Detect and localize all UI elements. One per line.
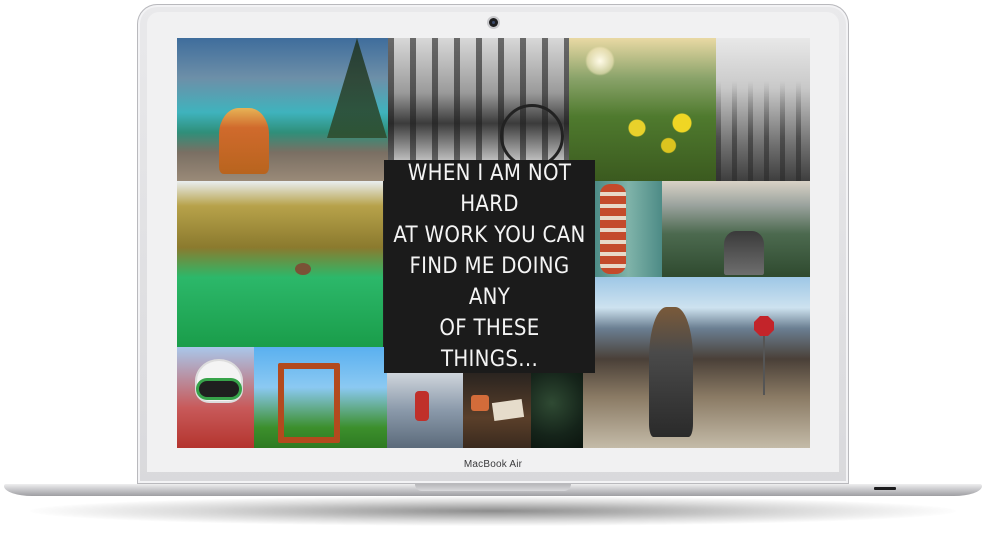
- camera-icon: [489, 18, 498, 27]
- photo-longboarder: [583, 277, 810, 448]
- photo-bike: [388, 38, 569, 160]
- photo-coffee-book: [463, 373, 531, 448]
- screen-collage: WHEN I AM NOT HARD AT WORK YOU CAN FIND …: [177, 38, 810, 448]
- photo-swimmer: [177, 181, 383, 347]
- photo-friends: [662, 181, 810, 277]
- photo-lake: [177, 38, 388, 181]
- photo-climber: [387, 373, 463, 448]
- photo-fog: [716, 38, 810, 181]
- macbook-air-label: MacBook Air: [463, 459, 523, 470]
- photo-bokeh: [531, 373, 583, 448]
- photo-frame: [254, 347, 387, 448]
- stop-sign-icon: [754, 316, 774, 336]
- indicator-led: [874, 487, 896, 490]
- photo-longboards: [595, 181, 662, 277]
- laptop-shadow: [30, 496, 956, 526]
- lid-opening-notch: [415, 484, 571, 491]
- quote-text: WHEN I AM NOT HARD AT WORK YOU CAN FIND …: [384, 160, 595, 373]
- photo-helmet: [177, 347, 254, 448]
